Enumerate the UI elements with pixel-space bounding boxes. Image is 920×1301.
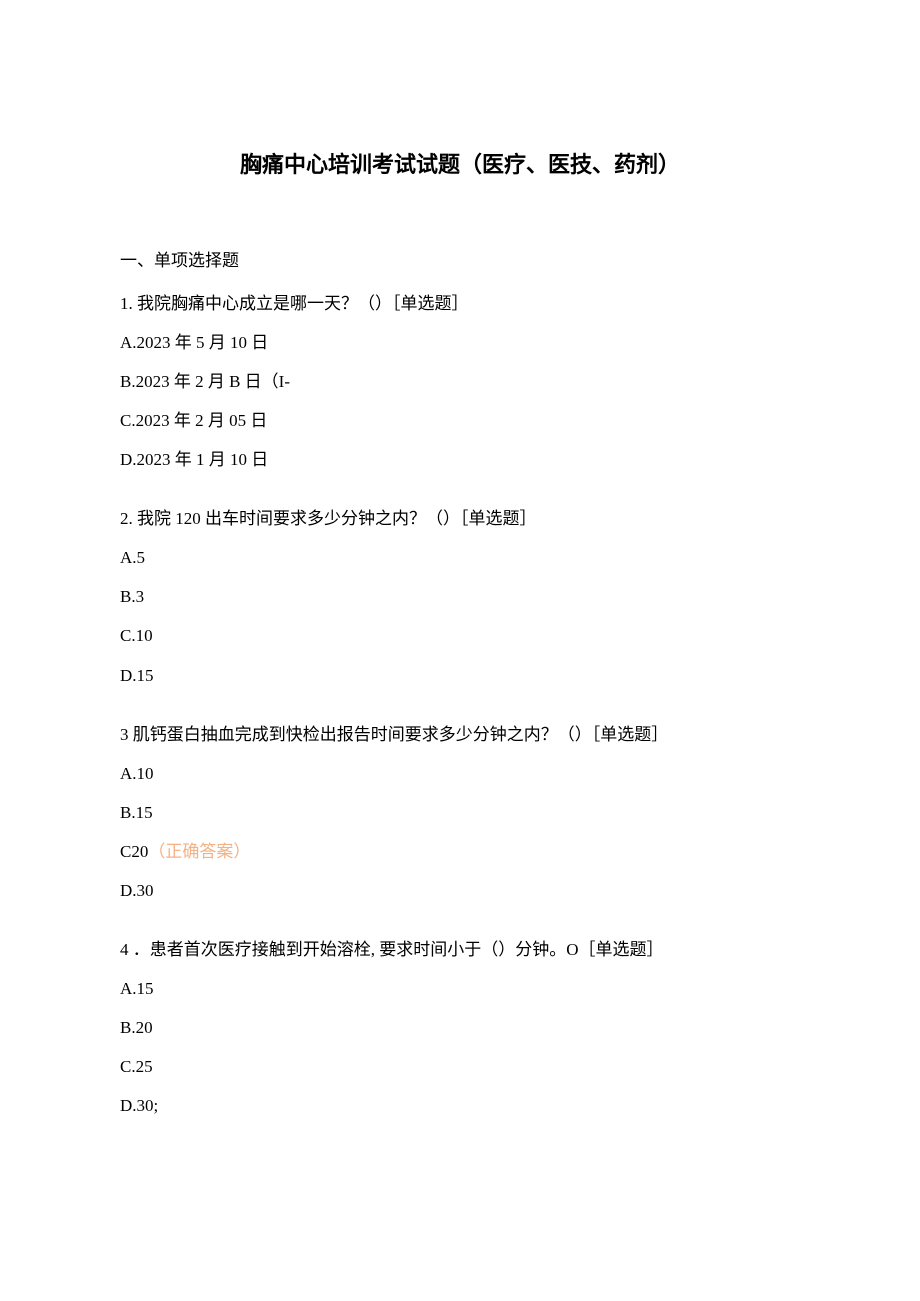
- document-page: 胸痛中心培训考试试题（医疗、医技、药剂） 一、单项选择题 1. 我院胸痛中心成立…: [0, 0, 920, 1301]
- question-stem: 4 ．患者首次医疗接触到开始溶栓, 要求时间小于（）分钟。O［单选题］: [120, 930, 800, 969]
- option-c: C20（正确答案）: [120, 832, 800, 871]
- correct-answer-label: （正确答案）: [148, 842, 250, 861]
- option-b: B.3: [120, 577, 800, 616]
- section-heading: 一、单项选择题: [120, 241, 800, 280]
- page-title: 胸痛中心培训考试试题（医疗、医技、药剂）: [120, 140, 800, 191]
- question-2: 2. 我院 120 出车时间要求多少分钟之内？（）［单选题］ A.5 B.3 C…: [120, 499, 800, 694]
- option-a: A.10: [120, 754, 800, 793]
- option-c: C.2023 年 2 月 05 日: [120, 401, 800, 440]
- option-b: B.2023 年 2 月 B 日（I-: [120, 362, 800, 401]
- option-d: D.30;: [120, 1086, 800, 1125]
- question-1: 1. 我院胸痛中心成立是哪一天？（）［单选题］ A.2023 年 5 月 10 …: [120, 284, 800, 479]
- option-d: D.2023 年 1 月 10 日: [120, 440, 800, 479]
- option-a: A.2023 年 5 月 10 日: [120, 323, 800, 362]
- option-a: A.5: [120, 538, 800, 577]
- question-stem: 2. 我院 120 出车时间要求多少分钟之内？（）［单选题］: [120, 499, 800, 538]
- option-c-prefix: C20: [120, 842, 148, 861]
- question-4: 4 ．患者首次医疗接触到开始溶栓, 要求时间小于（）分钟。O［单选题］ A.15…: [120, 930, 800, 1125]
- option-b: B.20: [120, 1008, 800, 1047]
- question-stem: 1. 我院胸痛中心成立是哪一天？（）［单选题］: [120, 284, 800, 323]
- option-c: C.25: [120, 1047, 800, 1086]
- option-d: D.30: [120, 871, 800, 910]
- question-stem: 3 肌钙蛋白抽血完成到快检出报告时间要求多少分钟之内？（）［单选题］: [120, 715, 800, 754]
- option-b: B.15: [120, 793, 800, 832]
- option-c: C.10: [120, 616, 800, 655]
- option-a: A.15: [120, 969, 800, 1008]
- question-3: 3 肌钙蛋白抽血完成到快检出报告时间要求多少分钟之内？（）［单选题］ A.10 …: [120, 715, 800, 910]
- option-d: D.15: [120, 656, 800, 695]
